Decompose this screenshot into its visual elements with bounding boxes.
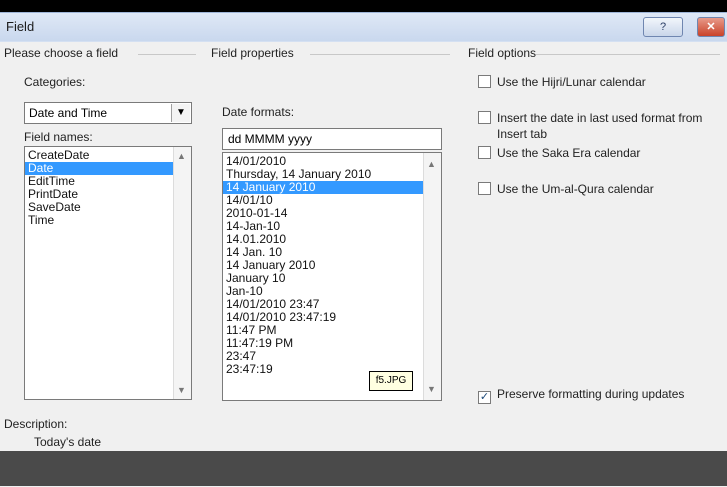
scroll-down-icon[interactable]: ▼ <box>427 384 436 394</box>
last-used-format-label-line2: Insert tab <box>497 127 548 141</box>
date-format-input[interactable] <box>222 128 442 150</box>
description-text: Today's date <box>34 435 102 449</box>
scroll-up-icon[interactable]: ▲ <box>177 151 186 161</box>
preserve-formatting-option[interactable]: ✓ Preserve formatting during updates <box>478 387 684 404</box>
title-bar: Field ? ✕ <box>0 13 727 41</box>
hijri-checkbox[interactable] <box>478 75 491 88</box>
field-name-item[interactable]: Time <box>25 214 191 227</box>
umalqura-option[interactable]: Use the Um-al-Qura calendar <box>478 182 654 196</box>
saka-label: Use the Saka Era calendar <box>497 146 641 160</box>
field-dialog: Field ? ✕ Please choose a field Categori… <box>0 12 727 487</box>
field-names-list[interactable]: CreateDate Date EditTime PrintDate SaveDate T… <box>24 146 192 400</box>
preserve-formatting-label: Preserve formatting during updates <box>497 387 685 401</box>
hijri-label: Use the Hijri/Lunar calendar <box>497 75 646 89</box>
field-names-scrollbar[interactable]: ▲ ▼ <box>173 147 191 399</box>
umalqura-label: Use the Um-al-Qura calendar <box>497 182 654 196</box>
last-used-format-checkbox[interactable] <box>478 111 491 124</box>
date-formats-label: Date formats: <box>222 105 295 119</box>
saka-option[interactable]: Use the Saka Era calendar <box>478 146 640 160</box>
date-formats-scrollbar[interactable]: ▲ ▼ <box>423 153 441 400</box>
categories-label: Categories: <box>24 75 86 89</box>
scroll-up-icon[interactable]: ▲ <box>427 159 436 169</box>
field-options-separator <box>536 54 720 55</box>
field-properties-group-title: Field properties <box>211 46 294 60</box>
occluding-bar <box>0 451 727 486</box>
help-button[interactable]: ? <box>643 17 683 37</box>
dialog-client-area: Please choose a field Categories: Date a… <box>0 42 727 487</box>
preserve-formatting-checkbox[interactable]: ✓ <box>478 391 491 404</box>
field-properties-separator <box>310 54 450 55</box>
choose-field-separator <box>138 54 196 55</box>
categories-dropdown[interactable]: Date and Time ▼ <box>24 102 192 124</box>
last-used-format-option[interactable]: Insert the date in last used format from… <box>478 111 702 141</box>
image-tooltip: f5.JPG <box>369 371 413 391</box>
description-label: Description: <box>4 417 68 431</box>
date-formats-list[interactable]: 14/01/2010 Thursday, 14 January 2010 14 Ja… <box>222 152 442 401</box>
choose-field-group-title: Please choose a field <box>4 46 119 60</box>
scroll-down-icon[interactable]: ▼ <box>177 385 186 395</box>
saka-checkbox[interactable] <box>478 146 491 159</box>
chevron-down-icon[interactable]: ▼ <box>171 104 190 122</box>
dialog-title: Field <box>6 19 35 34</box>
categories-value: Date and Time <box>29 106 108 120</box>
close-button[interactable]: ✕ <box>697 17 725 37</box>
field-names-label: Field names: <box>24 130 93 144</box>
date-format-text[interactable] <box>226 131 430 147</box>
field-options-group-title: Field options <box>468 46 537 60</box>
umalqura-checkbox[interactable] <box>478 182 491 195</box>
last-used-format-label: Insert the date in last used format from <box>497 111 703 125</box>
hijri-option[interactable]: Use the Hijri/Lunar calendar <box>478 75 646 89</box>
